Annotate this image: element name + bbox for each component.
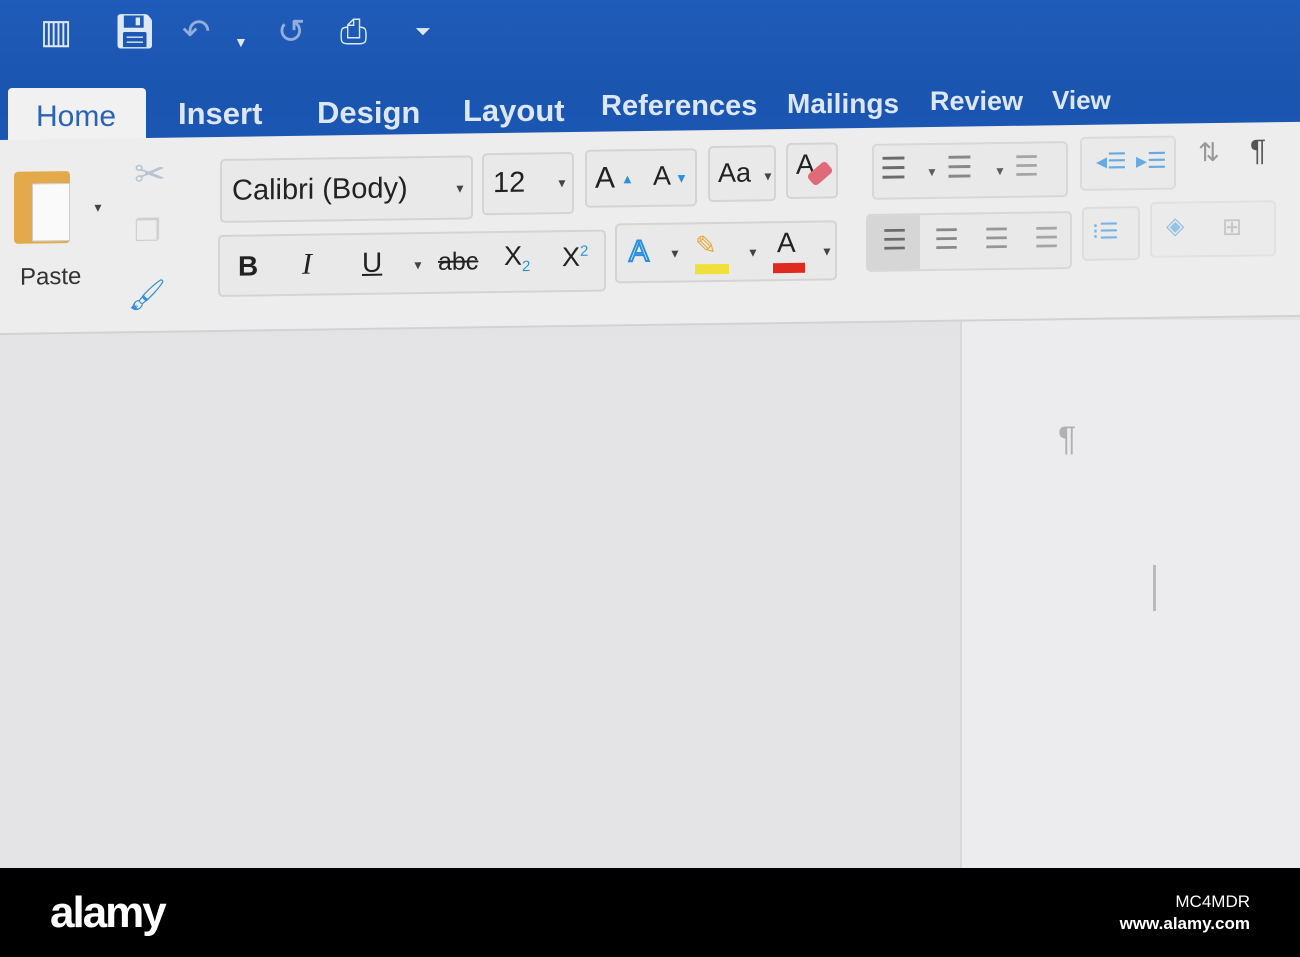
- subscript-mark: 2: [522, 257, 531, 276]
- indent-group: ◂☰ ▸☰: [1080, 135, 1176, 191]
- undo-dropdown-icon[interactable]: ▼: [234, 20, 248, 64]
- font-color-swatch: [773, 262, 805, 274]
- tab-mailings[interactable]: Mailings: [787, 88, 899, 120]
- borders-icon[interactable]: ⊞: [1222, 213, 1242, 242]
- chevron-down-icon: ▼: [762, 169, 774, 184]
- font-name-select[interactable]: Calibri (Body) ▼: [220, 155, 473, 223]
- superscript-mark: 2: [580, 242, 589, 260]
- tab-layout[interactable]: Layout: [463, 93, 565, 129]
- line-spacing-button[interactable]: ⁝☰: [1082, 206, 1140, 261]
- font-name-value: Calibri (Body): [232, 172, 408, 207]
- paste-icon[interactable]: [14, 171, 70, 244]
- footer-bar: alamy MC4MDR www.alamy.com: [0, 868, 1300, 957]
- font-color-button[interactable]: A: [777, 227, 796, 259]
- text-cursor: [1153, 565, 1156, 611]
- strikethrough-button[interactable]: abc: [438, 247, 478, 277]
- italic-button[interactable]: I: [302, 248, 312, 282]
- paste-label[interactable]: Paste: [20, 263, 81, 292]
- tab-insert[interactable]: Insert: [178, 96, 262, 132]
- increase-indent-icon[interactable]: ▸☰: [1136, 148, 1167, 174]
- cut-icon[interactable]: ✂: [134, 152, 166, 197]
- line-spacing-icon: ⁝☰: [1092, 218, 1119, 244]
- copy-icon[interactable]: ❐: [134, 214, 161, 249]
- align-left-button[interactable]: ☰: [868, 215, 920, 270]
- chevron-down-icon: ▼: [454, 181, 466, 196]
- sort-icon[interactable]: ⇅: [1198, 137, 1220, 168]
- grow-font-button[interactable]: A: [595, 161, 615, 195]
- clear-formatting-button[interactable]: A: [786, 142, 838, 200]
- format-group: B I U ▼ abc X2 X2: [218, 229, 606, 297]
- shading-icon[interactable]: ◈: [1166, 211, 1184, 240]
- paste-dropdown-icon[interactable]: ▼: [92, 201, 104, 215]
- highlight-color-swatch: [695, 263, 729, 275]
- align-left-icon: ☰: [882, 224, 908, 256]
- ribbon-home: ▼ Paste ✂ ❐ 🖌︎ Calibri (Body) ▼ 12 ▼ A ▲…: [0, 121, 1300, 335]
- justify-icon[interactable]: ☰: [1034, 221, 1059, 254]
- subscript-label: X: [504, 240, 523, 271]
- alignment-group: ☰ ☰ ☰ ☰: [866, 211, 1072, 272]
- image-id: MC4MDR: [1175, 892, 1250, 911]
- shading-borders-group: ◈ ⊞: [1150, 200, 1276, 258]
- superscript-label: X: [562, 241, 581, 273]
- align-center-icon[interactable]: ☰: [934, 223, 959, 256]
- tab-design[interactable]: Design: [317, 95, 420, 131]
- alamy-logo: alamy: [50, 888, 167, 937]
- subscript-button[interactable]: X2: [504, 241, 530, 276]
- change-case-button[interactable]: Aa ▼: [708, 145, 776, 203]
- underline-button[interactable]: U: [362, 247, 382, 279]
- customize-icon[interactable]: ⏷: [415, 10, 431, 54]
- chevron-down-icon[interactable]: ▼: [926, 165, 938, 179]
- chevron-down-icon[interactable]: ▼: [821, 244, 833, 258]
- sidebar-icon[interactable]: ▥: [40, 10, 72, 54]
- arrow-down-icon: ▼: [675, 170, 688, 186]
- color-group: A ▼ ✎ ▼ A ▼: [615, 220, 837, 284]
- underline-dropdown-icon[interactable]: ▼: [412, 258, 424, 272]
- redo-icon[interactable]: ↺: [277, 10, 306, 54]
- tab-view[interactable]: View: [1052, 85, 1111, 116]
- text-effects-button[interactable]: A: [628, 234, 650, 269]
- print-icon[interactable]: ⎙: [340, 10, 367, 54]
- chevron-down-icon: ▼: [556, 176, 568, 191]
- decrease-indent-icon[interactable]: ◂☰: [1096, 148, 1127, 174]
- document-page[interactable]: [960, 320, 1300, 868]
- font-size-value: 12: [493, 166, 526, 200]
- chevron-down-icon[interactable]: ▼: [994, 164, 1006, 178]
- site-url: www.alamy.com: [1119, 914, 1250, 933]
- format-painter-icon[interactable]: 🖌︎: [128, 278, 166, 314]
- chevron-down-icon[interactable]: ▼: [747, 245, 759, 259]
- chevron-down-icon[interactable]: ▼: [669, 246, 681, 260]
- shrink-font-button[interactable]: A: [653, 161, 671, 192]
- font-size-group: A ▲ A ▼: [585, 148, 697, 208]
- paragraph-mark-icon: ¶: [1058, 420, 1077, 458]
- highlighter-icon[interactable]: ✎: [695, 230, 717, 261]
- save-icon[interactable]: 💾︎: [113, 10, 156, 54]
- change-case-label: Aa: [718, 157, 752, 188]
- align-right-icon[interactable]: ☰: [984, 222, 1009, 255]
- list-group: ☰ ▼ ☰ ▼ ☰: [872, 141, 1068, 200]
- bold-button[interactable]: B: [238, 250, 258, 282]
- superscript-button[interactable]: X2: [562, 242, 588, 273]
- arrow-up-icon: ▲: [621, 171, 634, 187]
- tab-references[interactable]: References: [601, 90, 757, 123]
- numbering-icon[interactable]: ☰: [946, 150, 973, 185]
- show-formatting-icon[interactable]: ¶: [1250, 134, 1266, 168]
- font-size-select[interactable]: 12 ▼: [482, 151, 574, 216]
- tab-review[interactable]: Review: [930, 86, 1023, 117]
- multilevel-list-icon[interactable]: ☰: [1014, 149, 1039, 182]
- undo-icon[interactable]: ↶: [182, 10, 211, 54]
- bullets-icon[interactable]: ☰: [880, 151, 907, 186]
